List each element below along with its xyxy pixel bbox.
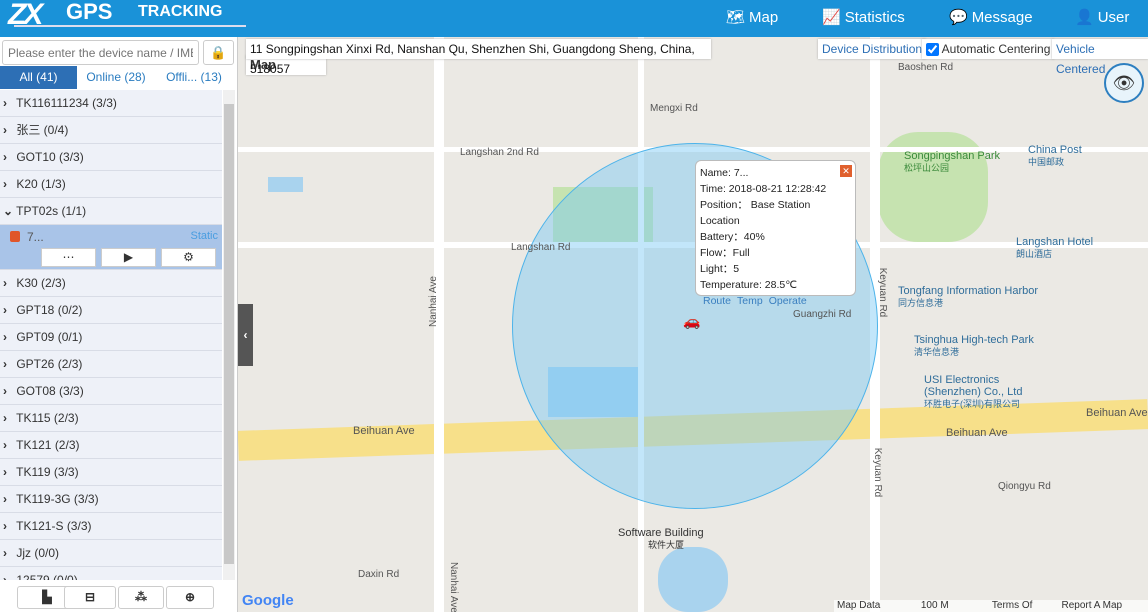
poi[interactable]: Tsinghua High-tech Park 清华信息港 bbox=[914, 334, 1034, 358]
chevron-right-icon: › bbox=[3, 177, 7, 191]
tab-offline[interactable]: Offli... (13) bbox=[155, 66, 233, 89]
poi[interactable]: Tongfang Information Harbor 同方信息港 bbox=[898, 285, 1038, 309]
chevron-right-icon: › bbox=[3, 519, 7, 533]
poi[interactable]: Software Building 软件大厦 bbox=[618, 527, 704, 551]
vehicle-icon[interactable]: 🚗 bbox=[683, 313, 700, 330]
chevron-right-icon: › bbox=[3, 96, 7, 110]
poi[interactable]: China Post 中国邮政 bbox=[1028, 144, 1082, 168]
map-icon: 🗺 bbox=[726, 9, 746, 26]
report-error-link[interactable]: Report A Map Error bbox=[1062, 600, 1145, 612]
chevron-right-icon: › bbox=[3, 384, 7, 398]
settings-button[interactable]: ⚙ bbox=[161, 248, 216, 267]
terms-link[interactable]: Terms Of Use bbox=[992, 600, 1052, 612]
device-distribution-button[interactable]: Device Distribution bbox=[818, 39, 927, 59]
device-group[interactable]: › 张三 (0/4) bbox=[0, 117, 222, 144]
poi[interactable]: Langshan Hotel 朗山酒店 bbox=[1016, 236, 1093, 260]
device-group[interactable]: › GPT09 (0/1) bbox=[0, 324, 222, 351]
temp-link[interactable]: Temp bbox=[737, 295, 763, 307]
device-group[interactable]: › TK121-S (3/3) bbox=[0, 513, 222, 540]
nav-map[interactable]: 🗺 Map bbox=[726, 8, 778, 27]
poi[interactable]: Songpingshan Park 松坪山公园 bbox=[904, 150, 1000, 174]
chevron-right-icon: › bbox=[3, 411, 7, 425]
expand-icon: ⁂ bbox=[135, 590, 147, 604]
more-button[interactable]: ⋯ bbox=[41, 248, 96, 267]
street-view-icon[interactable]: 👁 bbox=[1104, 63, 1144, 103]
chevron-right-icon: › bbox=[3, 546, 7, 560]
device-status: Static bbox=[190, 230, 218, 242]
map[interactable]: Langshan Rd Beihuan Ave Beihuan Ave Beih… bbox=[238, 37, 1148, 612]
chevron-down-icon: ⌄ bbox=[3, 204, 14, 218]
play-icon: ▶ bbox=[123, 250, 134, 264]
device-group[interactable]: › GOT08 (3/3) bbox=[0, 378, 222, 405]
nav-user[interactable]: 👤 User bbox=[1075, 8, 1129, 27]
user-icon: 👤 bbox=[1075, 9, 1094, 26]
device-group[interactable]: › TK119-3G (3/3) bbox=[0, 486, 222, 513]
chevron-right-icon: › bbox=[3, 438, 7, 452]
chevron-right-icon: › bbox=[3, 330, 7, 344]
device-group[interactable]: › TK119 (3/3) bbox=[0, 459, 222, 486]
tab-online[interactable]: Online (28) bbox=[77, 66, 155, 89]
add-device-icon: ⊟ bbox=[84, 590, 96, 604]
device-item[interactable]: 7... Static ⋯ ▶ ⚙ bbox=[0, 225, 222, 270]
chart-icon: 📈 bbox=[822, 9, 841, 26]
device-group[interactable]: › GPT26 (2/3) bbox=[0, 351, 222, 378]
more-icon: ⋯ bbox=[62, 250, 75, 264]
route-link[interactable]: Route bbox=[703, 295, 731, 307]
device-marker-icon bbox=[10, 231, 20, 242]
device-group[interactable]: › TK116111234 (3/3) bbox=[0, 90, 222, 117]
chevron-right-icon: › bbox=[3, 276, 7, 290]
message-icon: 💬 bbox=[949, 9, 968, 26]
playback-button[interactable]: ▶ bbox=[101, 248, 156, 267]
list-scrollbar[interactable] bbox=[223, 90, 235, 580]
add-device-button[interactable]: ⊟ bbox=[64, 586, 116, 609]
scale-bar: 100 M bbox=[920, 600, 949, 611]
nav-statistics[interactable]: 📈 Statistics bbox=[822, 8, 905, 27]
device-search-input[interactable] bbox=[2, 40, 199, 65]
chevron-right-icon: › bbox=[3, 123, 7, 137]
group-icon: ▙ bbox=[42, 590, 52, 604]
poi[interactable]: USI Electronics (Shenzhen) Co., Ltd 环胜电子(… bbox=[924, 374, 1049, 410]
device-group[interactable]: › Jjz (0/0) bbox=[0, 540, 222, 567]
chevron-right-icon: › bbox=[3, 357, 7, 371]
chevron-right-icon: › bbox=[3, 492, 7, 506]
device-group[interactable]: › K30 (2/3) bbox=[0, 270, 222, 297]
locate-button[interactable]: ⊕ bbox=[166, 586, 214, 609]
google-logo: Google bbox=[242, 592, 294, 609]
device-group[interactable]: › K20 (1/3) bbox=[0, 171, 222, 198]
device-group[interactable]: › 12579 (0/0) bbox=[0, 567, 222, 580]
lock-icon[interactable]: 🔒 bbox=[203, 40, 234, 65]
settings-icon: ⚙ bbox=[183, 250, 194, 264]
device-group[interactable]: › GOT10 (3/3) bbox=[0, 144, 222, 171]
device-group[interactable]: › GPT18 (0/2) bbox=[0, 297, 222, 324]
device-group-list: › TK116111234 (3/3) › 张三 (0/4) › GOT10 (3/… bbox=[0, 90, 222, 580]
locate-icon: ⊕ bbox=[184, 590, 196, 604]
expand-button[interactable]: ⁂ bbox=[118, 586, 164, 609]
chevron-right-icon: › bbox=[3, 150, 7, 164]
tab-all[interactable]: All (41) bbox=[0, 66, 77, 89]
operate-link[interactable]: Operate bbox=[769, 295, 807, 307]
sidebar: 🔒 All (41) Online (28) Offli... (13) › T… bbox=[0, 37, 238, 612]
chevron-right-icon: › bbox=[3, 465, 7, 479]
close-icon[interactable]: ✕ bbox=[840, 165, 852, 177]
header: ZX GPS TRACKING 🗺 Map 📈 Statistics 💬 Messag… bbox=[0, 0, 1148, 37]
vehicle-centered-button[interactable]: Vehicle Centered bbox=[1052, 39, 1148, 76]
automatic-centering-toggle[interactable]: Automatic Centering bbox=[922, 39, 1055, 59]
device-info-popup: ✕ Name: 7... Time: 2018-08-21 12:28:42 P… bbox=[695, 160, 856, 307]
device-group[interactable]: ⌄ TPT02s (1/1) bbox=[0, 198, 222, 225]
chevron-right-icon: › bbox=[3, 573, 7, 580]
address-display: 11 Songpingshan Xinxi Rd, Nanshan Qu, Sh… bbox=[246, 39, 711, 76]
collapse-sidebar-handle[interactable]: ‹ bbox=[238, 304, 253, 366]
chevron-right-icon: › bbox=[3, 303, 7, 317]
device-group[interactable]: › TK121 (2/3) bbox=[0, 432, 222, 459]
nav-message[interactable]: 💬 Message bbox=[949, 8, 1033, 27]
automatic-centering-checkbox[interactable] bbox=[926, 43, 939, 57]
device-group[interactable]: › TK115 (2/3) bbox=[0, 405, 222, 432]
